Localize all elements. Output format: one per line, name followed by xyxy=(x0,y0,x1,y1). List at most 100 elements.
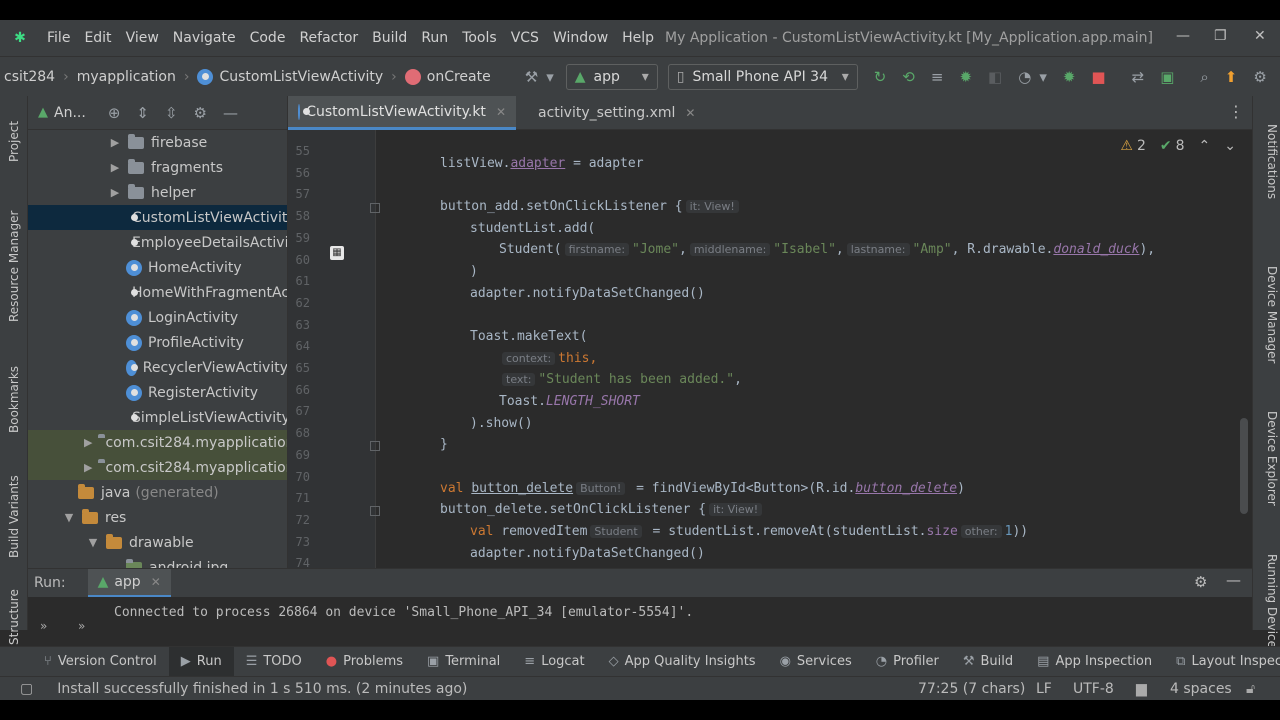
search-icon[interactable]: ⌕ xyxy=(1200,68,1208,86)
project-view-selector[interactable]: An... xyxy=(54,105,86,121)
menu-window[interactable]: Window xyxy=(546,30,615,46)
chevron-down-icon[interactable]: ▾ xyxy=(1039,68,1047,86)
fold-marker-icon[interactable] xyxy=(370,506,380,516)
gear-icon[interactable]: ⚙ xyxy=(194,104,207,122)
tree-item[interactable]: EmployeeDetailsActivity xyxy=(28,230,287,255)
editor-tab-activity-setting[interactable]: activity_setting.xml ✕ xyxy=(520,96,700,130)
gear-icon[interactable]: ⚙ xyxy=(1194,573,1207,591)
target-icon[interactable]: ⊕ xyxy=(108,104,121,122)
apply-changes-icon[interactable]: ↻ xyxy=(874,68,887,86)
hide-panel-icon[interactable]: — xyxy=(1226,571,1241,589)
attach-process-icon[interactable]: ✹ xyxy=(1063,68,1076,86)
minimize-icon[interactable]: — xyxy=(1176,28,1190,44)
tree-item[interactable]: LoginActivity xyxy=(28,305,287,330)
device-select[interactable]: ▯ Small Phone API 34 ▾ xyxy=(667,63,858,90)
tree-item[interactable]: HomeActivity xyxy=(28,255,287,280)
scrollbar-thumb[interactable] xyxy=(1240,418,1248,514)
indent-setting[interactable]: 4 spaces xyxy=(1170,681,1232,697)
tool-tab-device-manager[interactable]: Device Manager xyxy=(1257,266,1279,386)
tree-item[interactable]: ▼ drawable xyxy=(28,530,287,555)
tool-build[interactable]: ⚒ Build xyxy=(951,647,1025,676)
lock-icon[interactable]: 🔓︎ xyxy=(1246,681,1255,697)
breadcrumb-project[interactable]: csit284 › xyxy=(0,69,73,85)
close-tab-icon[interactable]: ✕ xyxy=(151,575,161,589)
chevron-right-icon[interactable]: ▶ xyxy=(84,436,92,449)
line-separator[interactable]: LF xyxy=(1036,681,1052,697)
chevron-right-icon[interactable]: ▶ xyxy=(108,186,122,199)
tree-item[interactable]: HomeWithFragmentActivity xyxy=(28,280,287,305)
menu-vcs[interactable]: VCS xyxy=(504,30,546,46)
tool-services[interactable]: ◉ Services xyxy=(768,647,864,676)
breadcrumb-class[interactable]: CustomListViewActivity › xyxy=(193,68,400,85)
tool-layout-inspector[interactable]: ⧉ Layout Inspector xyxy=(1164,647,1280,676)
breadcrumb-package[interactable]: myapplication › xyxy=(73,69,194,85)
tree-item[interactable]: java (generated) xyxy=(28,480,287,505)
run-tab-app[interactable]: ▲ app ✕ xyxy=(87,569,171,597)
menu-build[interactable]: Build xyxy=(365,30,414,46)
tool-tab-resource-manager[interactable]: Resource Manager xyxy=(2,196,26,336)
tool-tab-device-explorer[interactable]: Device Explorer xyxy=(1257,411,1279,531)
run-console-output[interactable]: Connected to process 26864 on device 'Sm… xyxy=(114,605,693,620)
tool-tab-build-variants[interactable]: Build Variants xyxy=(2,462,26,572)
settings-icon[interactable]: ⚙ xyxy=(1253,68,1266,86)
more-actions-icon[interactable]: » xyxy=(40,619,47,633)
stop-icon[interactable]: ■ xyxy=(1091,68,1105,86)
tree-item[interactable]: ▶ com.csit284.myapplication (androidTest) xyxy=(28,430,287,455)
menu-code[interactable]: Code xyxy=(243,30,293,46)
tool-app-quality-insights[interactable]: ◇ App Quality Insights xyxy=(597,647,768,676)
editor-tab-customlistviewactivity[interactable]: CustomListViewActivity.kt ✕ xyxy=(288,96,516,130)
hide-panel-icon[interactable]: — xyxy=(223,104,238,122)
tool-tab-bookmarks[interactable]: Bookmarks xyxy=(2,354,26,444)
tree-item[interactable]: android.jpg xyxy=(28,555,287,568)
tool-app-inspection[interactable]: ▤ App Inspection xyxy=(1025,647,1164,676)
hammer-build-icon[interactable]: ⚒ xyxy=(525,68,538,86)
tool-logcat[interactable]: ≡ Logcat xyxy=(512,647,596,676)
tool-todo[interactable]: ☰ TODO xyxy=(234,647,314,676)
tree-item[interactable]: RecyclerViewActivity xyxy=(28,355,287,380)
attach-debugger-icon[interactable]: ◧ xyxy=(988,68,1002,86)
chevron-right-icon[interactable]: ▶ xyxy=(84,461,92,474)
editor-scrollbar[interactable] xyxy=(1238,130,1252,568)
code-editor[interactable]: ▦ 55 56 57 58 59 60 61 62 63 64 65 66 67 68 69 70 71 72 73… xyxy=(288,130,1252,568)
menu-help[interactable]: Help xyxy=(615,30,661,46)
chevron-down-icon[interactable]: ▼ xyxy=(86,536,100,549)
maximize-icon[interactable]: ❐ xyxy=(1214,28,1227,44)
menu-view[interactable]: View xyxy=(119,30,166,46)
logcat-list-icon[interactable]: ≡ xyxy=(931,68,944,86)
debug-icon[interactable]: ✹ xyxy=(959,68,972,86)
fold-marker-icon[interactable] xyxy=(370,203,380,213)
menu-edit[interactable]: Edit xyxy=(77,30,118,46)
tree-item[interactable]: ▼ res xyxy=(28,505,287,530)
readonly-icon[interactable]: ▆ xyxy=(1136,681,1147,697)
chevron-down-icon[interactable]: ▼ xyxy=(62,511,76,524)
panel-toggle-icon[interactable]: ▢ xyxy=(20,681,33,697)
inspection-widget[interactable]: ⚠ 2 ✔ 8 ⌃ ⌄ xyxy=(1120,138,1236,154)
tree-item[interactable]: ProfileActivity xyxy=(28,330,287,355)
tree-item[interactable]: ▶ com.csit284.myapplication (test) xyxy=(28,455,287,480)
breadcrumb-function[interactable]: onCreate xyxy=(401,68,495,85)
file-encoding[interactable]: UTF-8 xyxy=(1073,681,1114,697)
tool-version-control[interactable]: ⑂ Version Control xyxy=(0,647,169,676)
profile-icon[interactable]: ◔ xyxy=(1018,68,1031,86)
status-message[interactable]: Install successfully finished in 1 s 510… xyxy=(57,681,467,697)
menu-file[interactable]: File xyxy=(40,30,77,46)
chevron-down-icon[interactable]: ▾ xyxy=(546,68,554,86)
chevron-down-icon[interactable]: ⌄ xyxy=(1224,138,1236,154)
tree-item[interactable]: ▶ fragments xyxy=(28,155,287,180)
close-tab-icon[interactable]: ✕ xyxy=(685,106,695,120)
apply-code-changes-icon[interactable]: ⟲ xyxy=(902,68,915,86)
more-options-icon[interactable]: ⋮ xyxy=(1228,102,1244,121)
chevron-right-icon[interactable]: ▶ xyxy=(108,161,122,174)
tree-item[interactable]: RegisterActivity xyxy=(28,380,287,405)
close-window-icon[interactable]: ✕ xyxy=(1254,28,1266,44)
tree-item[interactable]: SimpleListViewActivity xyxy=(28,405,287,430)
tool-run[interactable]: ▶ Run xyxy=(168,647,234,676)
tree-item[interactable]: ▶ firebase xyxy=(28,130,287,155)
caret-position[interactable]: 77:25 (7 chars) xyxy=(918,681,1025,697)
fold-marker-icon[interactable] xyxy=(370,441,380,451)
chevron-right-icon[interactable]: ▶ xyxy=(108,136,122,149)
tree-item[interactable]: ▶ helper xyxy=(28,180,287,205)
image-preview-icon[interactable]: ▦ xyxy=(330,246,344,260)
tool-tab-structure[interactable]: Structure xyxy=(2,582,26,652)
sync-gradle-icon[interactable]: ⇄ xyxy=(1132,68,1145,86)
